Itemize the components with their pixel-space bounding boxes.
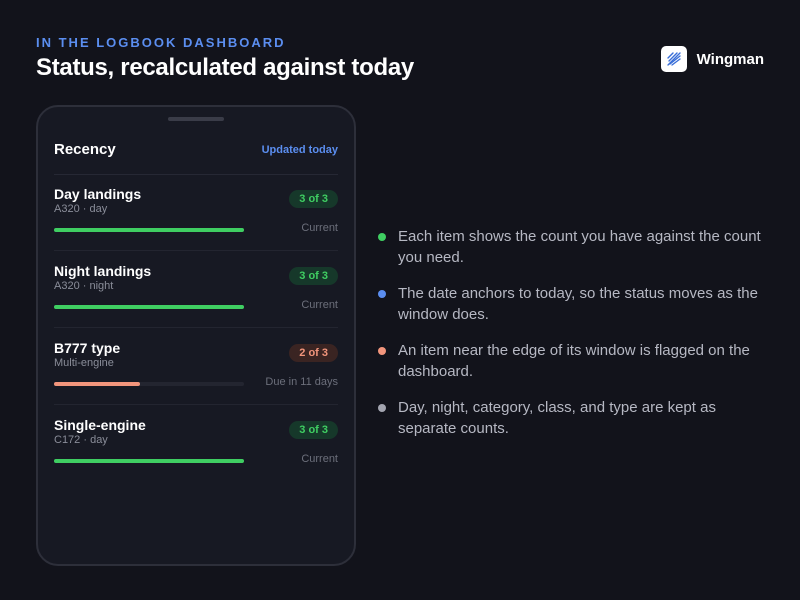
panel-header: Recency Updated today bbox=[54, 135, 338, 175]
item-title: Night landings bbox=[54, 263, 152, 279]
bullet-text: An item near the edge of its window is f… bbox=[398, 342, 750, 380]
bullet-dot bbox=[378, 233, 386, 241]
item-subtitle: A320 · day bbox=[54, 203, 108, 215]
progress-track bbox=[54, 382, 244, 386]
count-badge: 2 of 3 bbox=[289, 344, 338, 362]
bullet-dot bbox=[378, 404, 386, 412]
bullet-text: The date anchors to today, so the status… bbox=[398, 285, 758, 323]
progress-track bbox=[54, 459, 244, 463]
status-text: Current bbox=[301, 453, 338, 465]
bullet-item: Day, night, category, class, and type ar… bbox=[378, 397, 768, 439]
bullet-item: The date anchors to today, so the status… bbox=[378, 283, 768, 325]
item-title: Single-engine bbox=[54, 417, 146, 433]
progress-fill bbox=[54, 459, 244, 463]
brand-name: Wingman bbox=[696, 50, 764, 68]
list-item[interactable]: Day landings A320 · day 3 of 3 Current bbox=[54, 174, 338, 251]
item-title: B777 type bbox=[54, 340, 121, 356]
list-item[interactable]: Single-engine C172 · day 3 of 3 Current bbox=[54, 405, 338, 482]
updated-label: Updated today bbox=[261, 143, 338, 156]
item-title: Day landings bbox=[54, 186, 142, 202]
progress-fill bbox=[54, 382, 140, 386]
item-subtitle: A320 · night bbox=[54, 280, 114, 292]
phone-mockup: Recency Updated today Day landings A320 … bbox=[36, 105, 356, 566]
brand: Wingman bbox=[660, 46, 764, 72]
list-item[interactable]: B777 type Multi-engine 2 of 3 Due in 11 … bbox=[54, 328, 338, 405]
item-subtitle: Multi-engine bbox=[54, 357, 114, 369]
progress-track bbox=[54, 228, 244, 232]
item-subtitle: C172 · day bbox=[54, 434, 108, 446]
status-text: Current bbox=[301, 299, 338, 311]
page-title: Status, recalculated against today bbox=[36, 54, 414, 81]
bullet-text: Each item shows the count you have again… bbox=[398, 228, 761, 266]
bullet-item: An item near the edge of its window is f… bbox=[378, 340, 768, 382]
eyebrow: IN THE LOGBOOK DASHBOARD bbox=[36, 35, 286, 50]
phone-notch bbox=[168, 117, 224, 121]
status-text: Current bbox=[301, 222, 338, 234]
bullet-dot bbox=[378, 347, 386, 355]
count-badge: 3 of 3 bbox=[289, 421, 338, 439]
count-badge: 3 of 3 bbox=[289, 267, 338, 285]
count-badge: 3 of 3 bbox=[289, 190, 338, 208]
progress-track bbox=[54, 305, 244, 309]
status-text: Due in 11 days bbox=[265, 376, 338, 388]
bullet-item: Each item shows the count you have again… bbox=[378, 226, 768, 268]
progress-fill bbox=[54, 228, 244, 232]
wing-icon bbox=[660, 46, 687, 72]
panel-title: Recency bbox=[54, 141, 116, 158]
feature-bullets: Each item shows the count you have again… bbox=[378, 226, 768, 454]
progress-fill bbox=[54, 305, 244, 309]
bullet-text: Day, night, category, class, and type ar… bbox=[398, 399, 716, 437]
list-item[interactable]: Night landings A320 · night 3 of 3 Curre… bbox=[54, 251, 338, 328]
bullet-dot bbox=[378, 290, 386, 298]
